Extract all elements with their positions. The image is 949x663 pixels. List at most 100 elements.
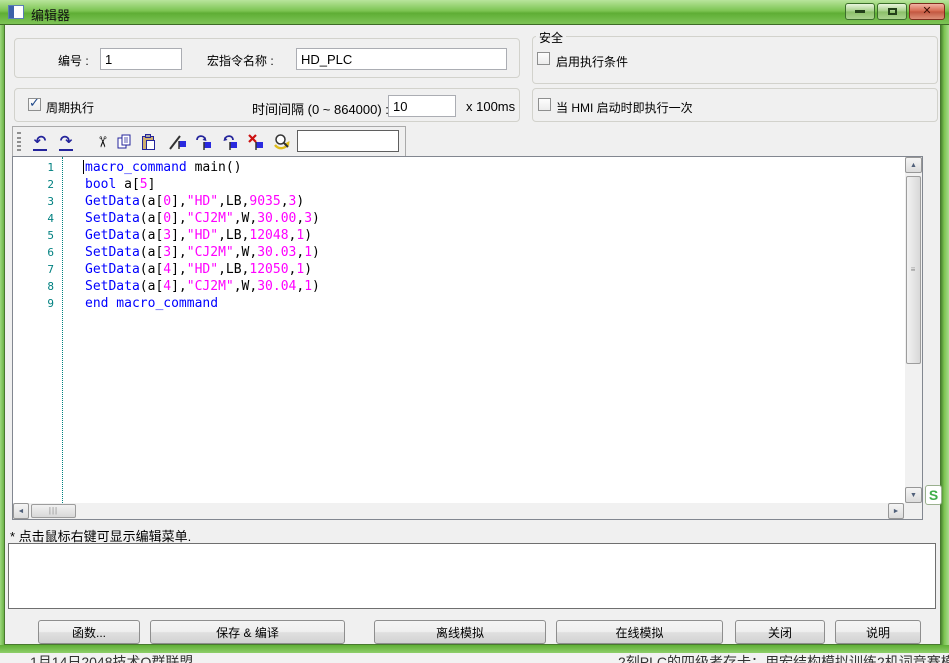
scroll-left-button[interactable]: ◄: [13, 503, 29, 519]
cut-icon: ✂: [93, 136, 111, 149]
desktop-s-icon[interactable]: S: [925, 485, 942, 505]
code-token: 12048: [249, 228, 288, 243]
minimize-button[interactable]: [845, 3, 875, 20]
next-bookmark-button[interactable]: [193, 131, 215, 153]
cut-button[interactable]: ✂: [91, 131, 113, 153]
toggle-bookmark-button[interactable]: [167, 131, 189, 153]
scroll-down-button[interactable]: ▼: [905, 487, 922, 503]
code-line: bool a[5]: [85, 176, 902, 193]
periodic-label: 周期执行: [46, 99, 94, 116]
code-token: main(): [187, 160, 242, 175]
paste-icon: [139, 133, 157, 151]
code-token: SetData: [85, 211, 140, 226]
code-token: a[: [116, 177, 139, 192]
copy-icon: [115, 133, 133, 151]
code-token: ],: [171, 279, 187, 294]
code-token: ],: [171, 262, 187, 277]
find-input[interactable]: [297, 130, 399, 152]
vertical-scroll-thumb[interactable]: ≡: [906, 176, 921, 364]
code-token: "CJ2M": [187, 245, 234, 260]
scroll-right-button[interactable]: ►: [888, 503, 904, 519]
close-button[interactable]: ✕: [909, 3, 945, 20]
window-border-right: [941, 25, 949, 653]
toolbar-grip[interactable]: [17, 132, 21, 151]
line-number: 4: [13, 210, 56, 227]
code-token: ,W,: [234, 245, 257, 260]
window-title: 编辑器: [31, 5, 70, 24]
code-token: (a[: [140, 279, 163, 294]
code-editor[interactable]: 123456789 macro_command main()bool a[5]G…: [12, 156, 923, 520]
scrollbar-corner: [904, 503, 922, 519]
message-output[interactable]: [8, 543, 936, 609]
previous-bookmark-icon: [220, 132, 240, 152]
code-token: ]: [148, 177, 156, 192]
title-bar: 编辑器 ✕: [0, 0, 949, 25]
close-dialog-button[interactable]: 关闭: [735, 620, 825, 644]
code-line: GetData(a[0],"HD",LB,9035,3): [85, 193, 902, 210]
code-token: 0: [163, 211, 171, 226]
scroll-up-button[interactable]: ▲: [905, 157, 922, 173]
code-lines[interactable]: macro_command main()bool a[5]GetData(a[0…: [85, 159, 902, 312]
code-token: ): [312, 211, 320, 226]
window-border-bottom: [0, 645, 949, 653]
startup-label: 当 HMI 启动时即执行一次: [556, 99, 693, 116]
text-caret: [83, 160, 84, 174]
code-token: GetData: [85, 262, 140, 277]
copy-button[interactable]: [113, 131, 135, 153]
macro-name-input[interactable]: [296, 48, 507, 70]
periodic-checkbox[interactable]: ✓: [28, 98, 41, 111]
code-token: 4: [163, 262, 171, 277]
maximize-button[interactable]: [877, 3, 907, 20]
code-token: ,W,: [234, 279, 257, 294]
code-token: SetData: [85, 279, 140, 294]
desktop-background: 1月14日2048技术Q群联盟 2刻PLC的四级考存卡：用宏结构模拟训练2机词竞…: [0, 652, 949, 663]
line-number: 9: [13, 295, 56, 312]
interval-input[interactable]: [388, 95, 456, 117]
line-number: 5: [13, 227, 56, 244]
save-compile-button[interactable]: 保存 & 编译: [150, 620, 345, 644]
horizontal-scroll-thumb[interactable]: |||: [31, 504, 76, 518]
id-input[interactable]: [100, 48, 182, 70]
code-line: GetData(a[3],"HD",LB,12048,1): [85, 227, 902, 244]
code-line: GetData(a[4],"HD",LB,12050,1): [85, 261, 902, 278]
code-token: 0: [163, 194, 171, 209]
code-line: macro_command main(): [85, 159, 902, 176]
close-icon: ✕: [922, 6, 931, 17]
thumb-grip-icon: ≡: [911, 268, 917, 272]
startup-checkbox[interactable]: ✓: [538, 98, 551, 111]
clear-bookmarks-button[interactable]: [245, 131, 267, 153]
code-line: SetData(a[3],"CJ2M",W,30.03,1): [85, 244, 902, 261]
find-button[interactable]: [271, 131, 293, 153]
previous-bookmark-button[interactable]: [219, 131, 241, 153]
interval-unit-label: x 100ms: [466, 99, 515, 114]
code-token: "CJ2M": [187, 279, 234, 294]
code-token: 1: [304, 279, 312, 294]
security-legend: 安全: [536, 29, 566, 46]
clear-bookmarks-icon: [246, 132, 266, 152]
offline-simulate-button[interactable]: 离线模拟: [374, 620, 546, 644]
code-token: macro_command: [85, 160, 187, 175]
code-token: ],: [171, 194, 187, 209]
maximize-icon: [888, 8, 897, 15]
editor-window: 1月14日2048技术Q群联盟 2刻PLC的四级考存卡：用宏结构模拟训练2机词竞…: [0, 0, 949, 663]
undo-button[interactable]: ↶: [29, 131, 51, 153]
function-button[interactable]: 函数...: [38, 620, 140, 644]
code-token: (a[: [140, 211, 163, 226]
paste-button[interactable]: [137, 131, 159, 153]
undo-icon: ↶: [34, 137, 47, 147]
horizontal-scrollbar[interactable]: ◄ ||| ►: [13, 503, 904, 519]
code-token: ],: [171, 245, 187, 260]
code-line: end macro_command: [85, 295, 902, 312]
id-label: 编号 :: [58, 52, 89, 69]
code-token: ],: [171, 228, 187, 243]
online-simulate-button[interactable]: 在线模拟: [556, 620, 723, 644]
code-token: end macro_command: [85, 296, 218, 311]
code-line: SetData(a[4],"CJ2M",W,30.04,1): [85, 278, 902, 295]
help-button[interactable]: 说明: [835, 620, 921, 644]
enable-condition-checkbox[interactable]: ✓: [537, 52, 550, 65]
code-token: GetData: [85, 228, 140, 243]
interval-label: 时间间隔 (0 ~ 864000) :: [252, 99, 389, 118]
redo-button[interactable]: ↷: [55, 131, 77, 153]
arrow-right-icon: ►: [893, 508, 900, 515]
vertical-scrollbar[interactable]: ▲ ≡ ▼: [905, 157, 922, 503]
